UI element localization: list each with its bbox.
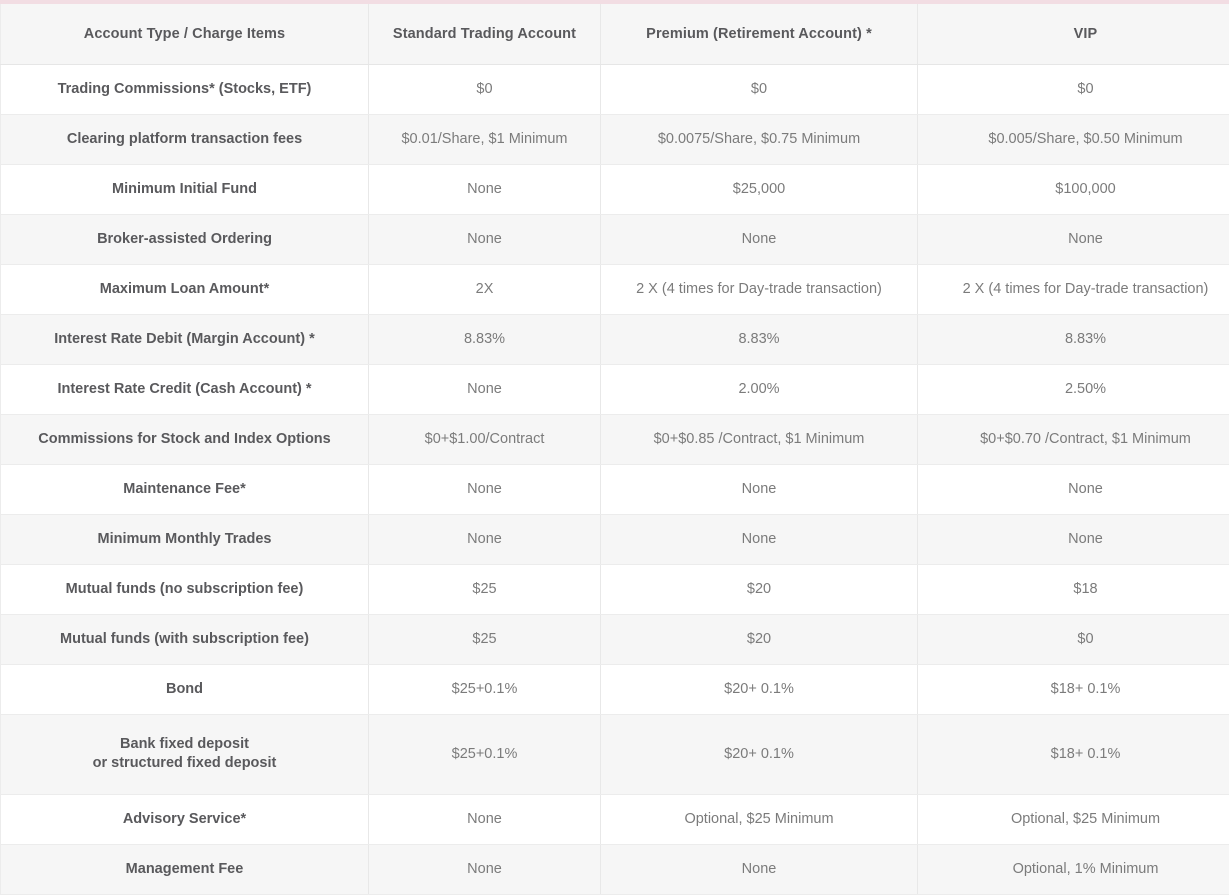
value-standard: $25 <box>368 564 601 615</box>
charge-item-label: Maintenance Fee* <box>0 464 369 515</box>
table-row: Interest Rate Debit (Margin Account) * 8.… <box>0 314 1229 365</box>
value-premium: None <box>600 214 918 265</box>
table-row: Commissions for Stock and Index Options $… <box>0 414 1229 465</box>
value-standard: None <box>368 164 601 215</box>
value-vip: Optional, $25 Minimum <box>917 794 1229 845</box>
account-fee-comparison-table: Account Type / Charge Items Standard Tra… <box>0 0 1229 895</box>
value-premium: $25,000 <box>600 164 918 215</box>
value-standard: None <box>368 214 601 265</box>
charge-item-label-line2: or structured fixed deposit <box>92 755 277 771</box>
charge-item-label: Clearing platform transaction fees <box>0 114 369 165</box>
table-row: Mutual funds (no subscription fee) $25 $20… <box>0 564 1229 615</box>
value-vip: $18+ 0.1% <box>917 664 1229 715</box>
table-row: Bond $25+0.1% $20+ 0.1% $18+ 0.1% <box>0 664 1229 715</box>
value-standard: $25 <box>368 614 601 665</box>
value-standard: None <box>368 844 601 895</box>
value-vip: 8.83% <box>917 314 1229 365</box>
table-row: Management Fee None None Optional, 1% Minim… <box>0 844 1229 895</box>
value-vip: None <box>917 514 1229 565</box>
value-vip: None <box>917 214 1229 265</box>
value-vip: $0 <box>917 64 1229 115</box>
value-vip: $18+ 0.1% <box>917 714 1229 795</box>
table-header-row: Account Type / Charge Items Standard Tra… <box>0 2 1229 65</box>
value-vip: 2.50% <box>917 364 1229 415</box>
charge-item-label: Commissions for Stock and Index Options <box>0 414 369 465</box>
value-standard: None <box>368 464 601 515</box>
table-row: Clearing platform transaction fees $0.01/… <box>0 114 1229 165</box>
value-premium: $20 <box>600 614 918 665</box>
charge-item-label: Interest Rate Debit (Margin Account) * <box>0 314 369 365</box>
value-premium: 2.00% <box>600 364 918 415</box>
value-premium: $0+$0.85 /Contract, $1 Minimum <box>600 414 918 465</box>
value-standard: None <box>368 514 601 565</box>
charge-item-label: Maximum Loan Amount* <box>0 264 369 315</box>
charge-item-label: Advisory Service* <box>0 794 369 845</box>
value-premium: Optional, $25 Minimum <box>600 794 918 845</box>
value-premium: None <box>600 844 918 895</box>
value-standard: None <box>368 794 601 845</box>
value-standard: 8.83% <box>368 314 601 365</box>
column-header-standard-trading-account: Standard Trading Account <box>368 2 601 65</box>
value-premium: $20 <box>600 564 918 615</box>
charge-item-label: Bank fixed deposit or structured fixed de… <box>0 714 369 795</box>
charge-item-label: Mutual funds (no subscription fee) <box>0 564 369 615</box>
column-header-vip: VIP <box>917 2 1229 65</box>
table-row: Advisory Service* None Optional, $25 Minim… <box>0 794 1229 845</box>
table-row: Minimum Monthly Trades None None None <box>0 514 1229 565</box>
value-standard: 2X <box>368 264 601 315</box>
charge-item-label: Mutual funds (with subscription fee) <box>0 614 369 665</box>
table-row: Trading Commissions* (Stocks, ETF) $0 $0 $0 <box>0 64 1229 115</box>
table-row: Maintenance Fee* None None None <box>0 464 1229 515</box>
value-standard: $25+0.1% <box>368 664 601 715</box>
table-row: Maximum Loan Amount* 2X 2 X (4 times for D… <box>0 264 1229 315</box>
value-premium: $20+ 0.1% <box>600 664 918 715</box>
charge-item-label: Trading Commissions* (Stocks, ETF) <box>0 64 369 115</box>
charge-item-label: Management Fee <box>0 844 369 895</box>
value-premium: 2 X (4 times for Day-trade transaction) <box>600 264 918 315</box>
value-vip: $100,000 <box>917 164 1229 215</box>
table-row: Bank fixed deposit or structured fixed de… <box>0 714 1229 795</box>
value-vip: $0.005/Share, $0.50 Minimum <box>917 114 1229 165</box>
column-header-premium-retirement-account: Premium (Retirement Account) * <box>600 2 918 65</box>
value-premium: 8.83% <box>600 314 918 365</box>
charge-item-label: Broker-assisted Ordering <box>0 214 369 265</box>
charge-item-label: Interest Rate Credit (Cash Account) * <box>0 364 369 415</box>
value-vip: $0+$0.70 /Contract, $1 Minimum <box>917 414 1229 465</box>
value-standard: $0 <box>368 64 601 115</box>
value-premium: $0 <box>600 64 918 115</box>
table-row: Minimum Initial Fund None $25,000 $100,000 <box>0 164 1229 215</box>
value-standard: $25+0.1% <box>368 714 601 795</box>
table-row: Mutual funds (with subscription fee) $25 $… <box>0 614 1229 665</box>
table-body: Trading Commissions* (Stocks, ETF) $0 $0 $0… <box>0 64 1229 895</box>
charge-item-label: Minimum Initial Fund <box>0 164 369 215</box>
value-vip: 2 X (4 times for Day-trade transaction) <box>917 264 1229 315</box>
value-standard: $0+$1.00/Contract <box>368 414 601 465</box>
charge-item-label-line1: Bank fixed deposit <box>120 736 249 753</box>
charge-item-label: Bond <box>0 664 369 715</box>
table-header: Account Type / Charge Items Standard Tra… <box>0 2 1229 65</box>
value-standard: None <box>368 364 601 415</box>
fee-comparison-table-container: Account Type / Charge Items Standard Tra… <box>0 0 1229 896</box>
value-premium: None <box>600 464 918 515</box>
table-row: Interest Rate Credit (Cash Account) * Non… <box>0 364 1229 415</box>
value-vip: Optional, 1% Minimum <box>917 844 1229 895</box>
charge-item-label: Minimum Monthly Trades <box>0 514 369 565</box>
column-header-charge-items: Account Type / Charge Items <box>0 2 369 65</box>
value-vip: $0 <box>917 614 1229 665</box>
value-premium: None <box>600 514 918 565</box>
value-premium: $0.0075/Share, $0.75 Minimum <box>600 114 918 165</box>
value-vip: None <box>917 464 1229 515</box>
table-row: Broker-assisted Ordering None None None <box>0 214 1229 265</box>
value-standard: $0.01/Share, $1 Minimum <box>368 114 601 165</box>
value-vip: $18 <box>917 564 1229 615</box>
value-premium: $20+ 0.1% <box>600 714 918 795</box>
